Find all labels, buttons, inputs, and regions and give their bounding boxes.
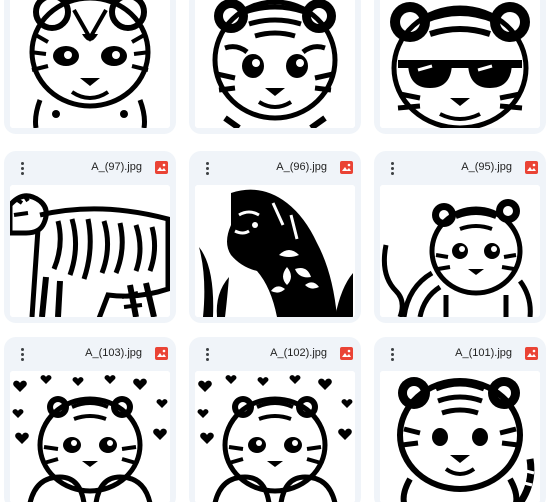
more-vert-icon[interactable] [384, 346, 400, 362]
image-file-icon [155, 347, 168, 360]
more-vert-icon[interactable] [384, 160, 400, 176]
image-thumbnail[interactable] [380, 371, 540, 502]
image-file-icon [340, 161, 353, 174]
card-header: A_(103).jpg [4, 337, 176, 371]
file-card[interactable]: A_(101).jpg [374, 337, 546, 502]
file-card[interactable] [4, 0, 176, 134]
image-thumbnail[interactable] [10, 185, 170, 317]
image-thumbnail[interactable] [380, 0, 540, 128]
more-vert-icon[interactable] [199, 346, 215, 362]
file-name: A_(95).jpg [461, 161, 512, 173]
card-header: A_(95).jpg [374, 151, 546, 185]
file-card[interactable]: A_(103).jpg [4, 337, 176, 502]
file-name: A_(97).jpg [91, 161, 142, 173]
file-card[interactable]: A_(97).jpg [4, 151, 176, 323]
file-card[interactable]: A_(96).jpg [189, 151, 361, 323]
image-file-icon [155, 161, 168, 174]
file-name: A_(101).jpg [455, 347, 512, 359]
card-header: A_(97).jpg [4, 151, 176, 185]
image-file-icon [340, 347, 353, 360]
more-vert-icon[interactable] [199, 160, 215, 176]
card-header: A_(102).jpg [189, 337, 361, 371]
file-name: A_(103).jpg [85, 347, 142, 359]
file-card[interactable]: A_(95).jpg [374, 151, 546, 323]
file-name: A_(102).jpg [270, 347, 327, 359]
image-thumbnail[interactable] [195, 185, 355, 317]
card-header: A_(101).jpg [374, 337, 546, 371]
image-thumbnail[interactable] [380, 185, 540, 317]
more-vert-icon[interactable] [14, 160, 30, 176]
image-thumbnail[interactable] [10, 371, 170, 502]
card-header: A_(96).jpg [189, 151, 361, 185]
image-thumbnail[interactable] [195, 371, 355, 502]
file-name: A_(96).jpg [276, 161, 327, 173]
image-file-icon [525, 347, 538, 360]
image-file-icon [525, 161, 538, 174]
file-card[interactable] [189, 0, 361, 134]
file-card[interactable] [374, 0, 546, 134]
image-thumbnail[interactable] [10, 0, 170, 128]
image-thumbnail[interactable] [195, 0, 355, 128]
more-vert-icon[interactable] [14, 346, 30, 362]
file-card[interactable]: A_(102).jpg [189, 337, 361, 502]
